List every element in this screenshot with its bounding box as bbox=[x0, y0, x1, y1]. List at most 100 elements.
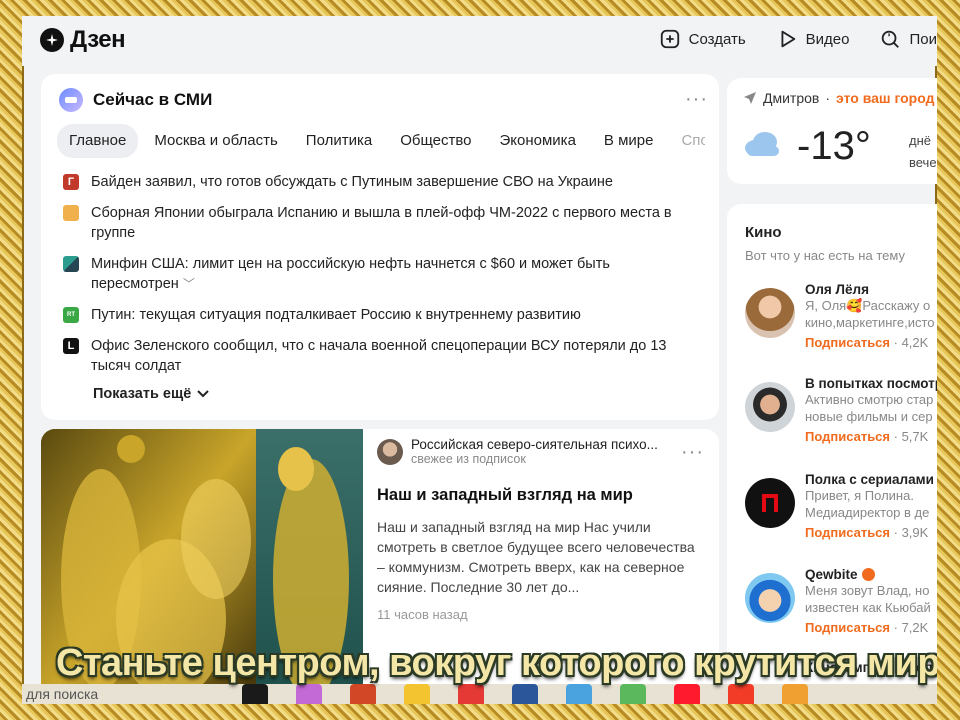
app-icon[interactable] bbox=[296, 684, 322, 704]
city-prompt[interactable]: это ваш город bbox=[836, 90, 934, 106]
play-icon bbox=[781, 30, 795, 48]
news-item[interactable]: Сборная Японии обыграла Испанию и вышла … bbox=[63, 203, 683, 243]
separator: · bbox=[825, 90, 831, 106]
chevron-down-icon[interactable]: ﹀ bbox=[183, 277, 195, 291]
article-author[interactable]: Российская северо-сиятельная психо... св… bbox=[377, 437, 707, 466]
cloud-icon bbox=[745, 132, 779, 156]
news-item[interactable]: L Офис Зеленского сообщил, что с начала … bbox=[63, 336, 683, 376]
create-button[interactable]: Создать bbox=[659, 28, 746, 50]
search-button[interactable]: Пои bbox=[879, 28, 937, 50]
weather-card[interactable]: Дмитров · это ваш город -13° днё вече bbox=[727, 78, 937, 184]
channel-desc-line: новые фильмы и сер bbox=[805, 409, 933, 424]
opera-icon[interactable] bbox=[674, 684, 700, 704]
channel-desc-line: Привет, я Полина. bbox=[805, 488, 914, 503]
dzen-logo[interactable]: Дзен bbox=[40, 26, 126, 54]
channel-desc-line: Меня зовут Влад, но bbox=[805, 583, 930, 598]
folder-icon[interactable] bbox=[404, 684, 430, 704]
source-logo-icon: RT bbox=[63, 307, 79, 323]
news-item[interactable]: RT Путин: текущая ситуация подталкивает … bbox=[63, 305, 683, 325]
source-logo-icon bbox=[63, 205, 79, 221]
channel-item[interactable]: Qewbite Меня зовут Влад, но известен как … bbox=[745, 567, 937, 653]
show-more-label: Показать ещё bbox=[93, 386, 192, 402]
article-time: 11 часов назад bbox=[377, 607, 468, 622]
yandex-icon[interactable] bbox=[728, 684, 754, 704]
channel-desc-line: кино,маркетинге,исто bbox=[805, 315, 935, 330]
news-item[interactable]: Минфин США: лимит цен на российскую нефт… bbox=[63, 254, 683, 294]
news-list: Г Байден заявил, что готов обсуждать с П… bbox=[63, 172, 683, 387]
show-more-button[interactable]: Показать ещё bbox=[93, 386, 209, 402]
channel-desc: Привет, я Полина. Медиадиректор в де bbox=[805, 487, 937, 521]
chevron-down-icon bbox=[197, 390, 209, 398]
channel-name: Полка с сериалами bbox=[805, 472, 934, 487]
tab-society[interactable]: Общество bbox=[388, 124, 483, 158]
news-item[interactable]: Г Байден заявил, что готов обсуждать с П… bbox=[63, 172, 683, 192]
article-menu-icon[interactable]: ··· bbox=[681, 441, 704, 464]
channel-item[interactable]: Оля Лёля Я, Оля🥰Расскажу о кино,маркетинг… bbox=[745, 282, 937, 368]
subscribe-button[interactable]: Подписаться bbox=[805, 335, 890, 350]
author-name: Российская северо-сиятельная психо... bbox=[411, 437, 658, 452]
channel-name-row: Qewbite bbox=[805, 567, 937, 582]
subscribe-button[interactable]: Подписаться bbox=[805, 429, 890, 444]
channel-subscribe-row: Подписаться · 5,7K bbox=[805, 429, 929, 444]
word-icon[interactable] bbox=[512, 684, 538, 704]
video-button[interactable]: Видео bbox=[776, 28, 850, 50]
tab-sport[interactable]: Спор bbox=[669, 124, 705, 158]
author-info: Российская северо-сиятельная психо... св… bbox=[411, 437, 671, 466]
subscriber-count: 4,2K bbox=[901, 335, 929, 350]
news-text: Минфин США: лимит цен на российскую нефт… bbox=[91, 256, 610, 292]
tab-politics[interactable]: Политика bbox=[294, 124, 384, 158]
app-icon[interactable] bbox=[566, 684, 592, 704]
tab-economy[interactable]: Экономика bbox=[488, 124, 588, 158]
subscribe-button[interactable]: Подписаться bbox=[805, 620, 890, 635]
forecast-day: днё bbox=[909, 133, 931, 148]
yandex-browser-icon[interactable] bbox=[458, 684, 484, 704]
app-icon[interactable] bbox=[782, 684, 808, 704]
location-arrow-icon bbox=[744, 92, 756, 104]
channel-item[interactable]: В попытках посмотр Активно смотрю стар но… bbox=[745, 376, 937, 462]
channel-desc-line: известен как Кьюбай bbox=[805, 600, 931, 615]
news-menu-icon[interactable]: ··· bbox=[685, 88, 708, 111]
tab-moscow[interactable]: Москва и область bbox=[142, 124, 289, 158]
channel-desc: Я, Оля🥰Расскажу о кино,маркетинге,исто bbox=[805, 297, 937, 331]
article-snippet: Наш и западный взгляд на мир Нас учили с… bbox=[377, 519, 695, 595]
channel-subscribe-row: Подписаться · 3,9K bbox=[805, 525, 929, 540]
temperature: -13° bbox=[797, 124, 871, 168]
channel-subscribe-row: Подписаться · 4,2K bbox=[805, 335, 929, 350]
channel-info: Оля Лёля Я, Оля🥰Расскажу о кино,маркетинг… bbox=[805, 282, 937, 350]
channel-desc-line: Активно смотрю стар bbox=[805, 392, 934, 407]
news-card: Сейчас в СМИ ··· Главное Москва и област… bbox=[41, 74, 719, 420]
news-title: Сейчас в СМИ bbox=[93, 90, 213, 109]
create-label: Создать bbox=[688, 30, 746, 48]
search-label: Пои bbox=[909, 30, 937, 48]
city-name: Дмитров bbox=[763, 90, 820, 106]
powerpoint-icon[interactable] bbox=[350, 684, 376, 704]
news-text: Байден заявил, что готов обсуждать с Пут… bbox=[91, 174, 613, 190]
news-text: Офис Зеленского сообщил, что с начала во… bbox=[91, 338, 667, 374]
avatar bbox=[745, 573, 795, 623]
channel-item[interactable]: Полка с сериалами Привет, я Полина. Медиа… bbox=[745, 472, 937, 558]
source-logo-icon: L bbox=[63, 338, 79, 354]
channel-desc: Активно смотрю стар новые фильмы и сер bbox=[805, 391, 937, 425]
news-text: Путин: текущая ситуация подталкивает Рос… bbox=[91, 307, 581, 323]
avatar bbox=[745, 382, 795, 432]
avatar bbox=[745, 288, 795, 338]
screen: Дзен Создать Видео Пои Сейчас в СМИ ··· … bbox=[22, 16, 937, 704]
app-icon[interactable] bbox=[620, 684, 646, 704]
article-title[interactable]: Наш и западный взгляд на мир bbox=[377, 486, 707, 505]
news-header: Сейчас в СМИ bbox=[59, 88, 212, 112]
logo-text: Дзен bbox=[70, 26, 126, 53]
subscribe-button[interactable]: Подписаться bbox=[805, 525, 890, 540]
taskbar-search[interactable]: для поиска bbox=[26, 686, 98, 702]
kino-title: Кино bbox=[745, 224, 782, 241]
top-bar: Дзен Создать Видео Пои bbox=[22, 16, 937, 66]
author-subtitle: свежее из подписок bbox=[411, 452, 526, 466]
search-icon[interactable] bbox=[242, 684, 268, 704]
tab-world[interactable]: В мире bbox=[592, 124, 666, 158]
weather-location[interactable]: Дмитров · это ваш город bbox=[743, 90, 934, 106]
channel-info: В попытках посмотр Активно смотрю стар но… bbox=[805, 376, 937, 444]
channel-name: Оля Лёля bbox=[805, 282, 869, 297]
weather-forecast: днё вече bbox=[909, 130, 937, 174]
video-label: Видео bbox=[805, 30, 850, 48]
tab-main[interactable]: Главное bbox=[57, 124, 139, 158]
search-icon bbox=[882, 30, 900, 48]
